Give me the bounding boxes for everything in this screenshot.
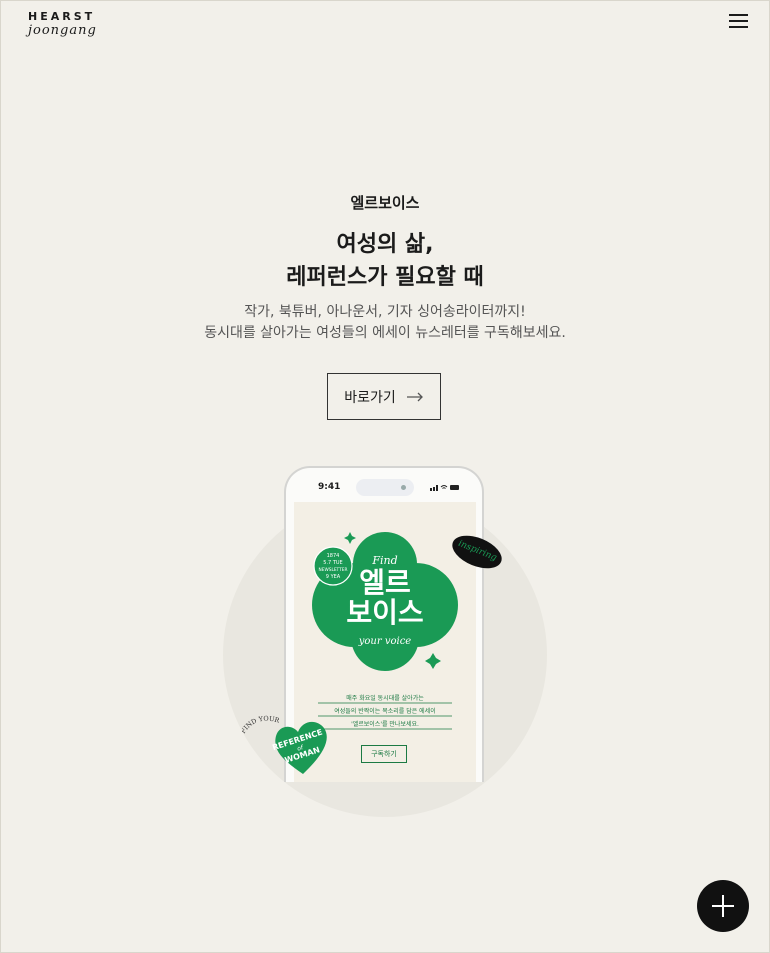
hearst-joongang-logo[interactable]: HEARST joongang xyxy=(28,10,108,38)
poster-your-voice: your voice xyxy=(358,636,412,647)
svg-text:FIND YOUR VOICE: FIND YOUR VOICE xyxy=(242,712,283,735)
phone-time: 9:41 xyxy=(318,482,341,492)
logo-line-1: HEARST xyxy=(28,10,96,23)
headline-line-1: 여성의 삶, xyxy=(336,232,434,257)
plus-fab-button[interactable] xyxy=(697,880,749,932)
heart-badge: FIND YOUR VOICE REFERENCE of WOMAN xyxy=(242,712,327,774)
go-button[interactable]: 바로가기 xyxy=(327,373,441,420)
arc-text: FIND YOUR VOICE xyxy=(242,712,283,735)
round-date-badge: 1874 5.7 TUE NEWSLETTER 9 YEA xyxy=(313,546,353,586)
logo-line-2: joongang xyxy=(28,23,97,38)
eyebrow-title: 엘르보이스 xyxy=(350,194,420,212)
description-line-2: 동시대를 살아가는 여성들의 에세이 뉴스레터를 구독해보세요. xyxy=(204,325,566,341)
headline: 여성의 삶, 레퍼런스가 필요할 때 xyxy=(0,228,770,294)
poster-title-2: 보이스 xyxy=(346,596,424,629)
status-icons xyxy=(430,485,459,491)
dynamic-island xyxy=(356,479,414,496)
round-badge-line-2: 5.7 TUE xyxy=(323,560,342,566)
round-badge-line-1: 1874 xyxy=(327,553,340,559)
inspiring-badge: inspiring xyxy=(452,535,502,569)
description-line-1: 작가, 북튜버, 아나운서, 기자 싱어송라이터까지! xyxy=(244,304,526,320)
arrow-right-icon xyxy=(406,392,423,401)
round-badge-line-3: NEWSLETTER xyxy=(319,567,348,573)
headline-line-2: 레퍼런스가 필요할 때 xyxy=(286,265,484,290)
round-badge-line-4: 9 YEA xyxy=(326,574,341,580)
poster-subscribe-button: 구독하기 xyxy=(361,745,407,763)
description: 작가, 북튜버, 아나운서, 기자 싱어송라이터까지! 동시대를 살아가는 여성… xyxy=(0,302,770,344)
hamburger-menu-icon[interactable] xyxy=(729,14,748,30)
go-button-label: 바로가기 xyxy=(344,389,396,406)
